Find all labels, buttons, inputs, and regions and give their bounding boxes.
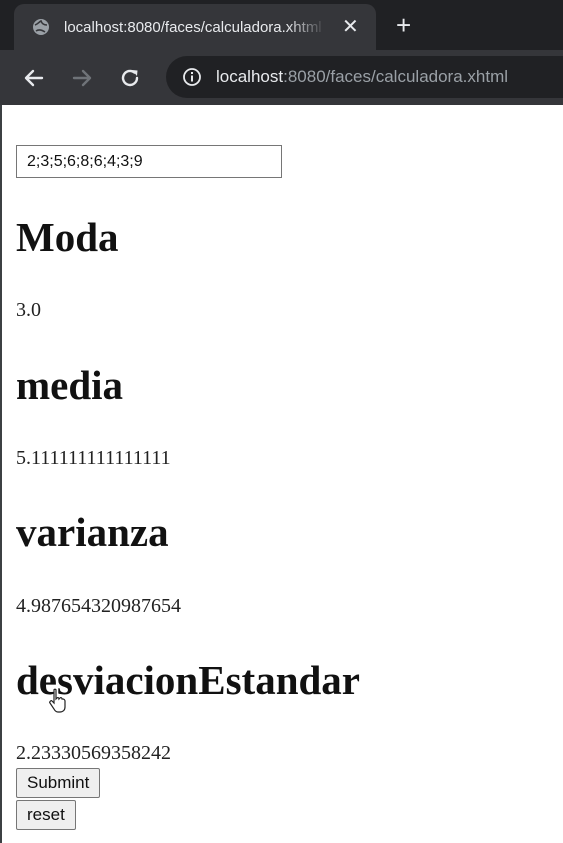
forward-arrow-icon[interactable]	[68, 64, 96, 92]
browser-chrome: localhost:8080/faces/calculadora.xhtml ✕…	[0, 0, 563, 105]
reload-icon[interactable]	[116, 64, 144, 92]
moda-value: 3.0	[16, 299, 41, 321]
new-tab-button[interactable]: +	[396, 12, 411, 38]
page-content: Moda 3.0 media 5.111111111111111 varianz…	[0, 105, 563, 843]
varianza-heading: varianza	[16, 509, 169, 555]
tab-title: localhost:8080/faces/calculadora.xhtml	[64, 18, 322, 36]
varianza-value: 4.987654320987654	[16, 595, 181, 617]
media-value: 5.111111111111111	[16, 447, 171, 469]
url-path: :8080/faces/calculadora.xhtml	[283, 67, 509, 86]
url-host: localhost	[216, 67, 284, 86]
url-text[interactable]: localhost:8080/faces/calculadora.xhtml	[216, 67, 508, 87]
info-icon[interactable]	[182, 67, 202, 87]
globe-icon	[32, 18, 50, 36]
reset-button[interactable]: reset	[16, 800, 76, 830]
submit-button[interactable]: Submint	[16, 768, 101, 798]
media-heading: media	[16, 362, 124, 408]
browser-tab[interactable]: localhost:8080/faces/calculadora.xhtml ✕	[14, 4, 376, 50]
back-arrow-icon[interactable]	[20, 64, 48, 92]
tab-strip: localhost:8080/faces/calculadora.xhtml ✕…	[0, 0, 563, 50]
browser-toolbar: localhost:8080/faces/calculadora.xhtml	[0, 50, 563, 105]
numbers-input[interactable]	[16, 145, 282, 178]
mouse-cursor-icon	[48, 688, 68, 714]
tab-close-icon[interactable]: ✕	[342, 17, 359, 37]
moda-heading: Moda	[16, 214, 119, 260]
desviacion-estandar-value: 2.23330569358242	[16, 742, 171, 764]
address-bar[interactable]: localhost:8080/faces/calculadora.xhtml	[166, 56, 563, 98]
